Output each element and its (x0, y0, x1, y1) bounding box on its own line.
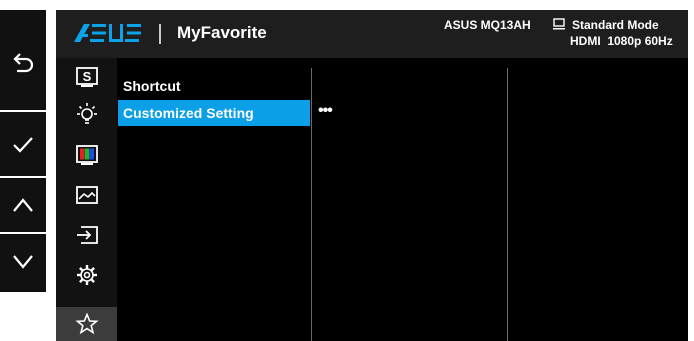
myfavorite-star-icon (74, 313, 99, 335)
submenu-more-indicator: ••• (318, 102, 333, 119)
splendid-s-icon: S (75, 67, 98, 87)
return-icon (13, 53, 34, 73)
category-sidebar: S (56, 58, 117, 341)
key-divider (0, 232, 46, 234)
key-divider (0, 176, 46, 178)
column-divider (507, 68, 508, 341)
asus-logo (74, 24, 141, 42)
key-divider (0, 110, 46, 112)
osd-panel: MyFavorite ASUS MQ13AH Standard Mode HDM… (56, 10, 688, 341)
sidebar-item-image[interactable] (56, 178, 117, 212)
down-key[interactable] (0, 236, 46, 288)
header-divider (159, 24, 161, 44)
column-divider (311, 68, 312, 341)
sidebar-item-splendid[interactable]: S (56, 60, 117, 94)
brightness-bulb-icon (76, 103, 97, 124)
checkmark-icon (13, 137, 33, 153)
sidebar-item-color[interactable] (56, 138, 117, 172)
page-title: MyFavorite (177, 23, 267, 42)
monitor-icon (553, 18, 565, 30)
system-setup-gear-icon (76, 265, 97, 285)
display-mode: Standard Mode (572, 18, 659, 32)
chevron-up-icon (13, 198, 33, 212)
sidebar-item-blue-light[interactable] (56, 98, 117, 132)
chevron-down-icon (13, 255, 33, 269)
sidebar-item-input-select[interactable] (56, 218, 117, 252)
confirm-key[interactable] (0, 114, 46, 176)
input-select-icon (76, 226, 98, 244)
return-key[interactable] (0, 18, 46, 106)
up-key[interactable] (0, 180, 46, 230)
menu-item-customized-setting[interactable]: Customized Setting (118, 100, 310, 126)
sidebar-item-myfavorite[interactable] (56, 307, 117, 341)
model-name: ASUS MQ13AH (444, 18, 531, 32)
osd-header: MyFavorite ASUS MQ13AH Standard Mode HDM… (56, 10, 688, 58)
input-signal: HDMI 1080p 60Hz (570, 34, 673, 48)
image-icon (75, 186, 98, 204)
sidebar-item-system-setup[interactable] (56, 258, 117, 292)
control-keys (0, 10, 46, 292)
color-bars-icon (75, 145, 98, 165)
menu-item-shortcut[interactable]: Shortcut (118, 73, 310, 99)
svg-text:S: S (82, 69, 91, 84)
